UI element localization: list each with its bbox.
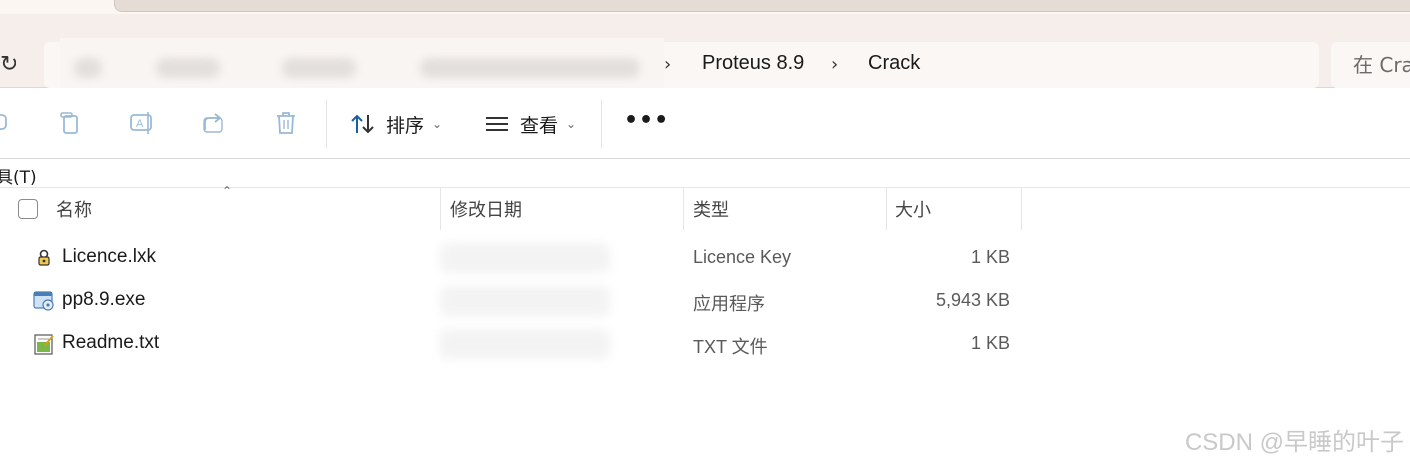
share-icon[interactable] bbox=[201, 110, 227, 136]
view-list-icon bbox=[486, 117, 508, 131]
file-name: Licence.lxk bbox=[62, 246, 156, 267]
copy-icon[interactable] bbox=[57, 110, 83, 136]
chevron-down-icon: ⌄ bbox=[432, 117, 443, 131]
file-size: 1 KB bbox=[970, 333, 1010, 353]
toolbar-divider bbox=[601, 100, 602, 148]
view-label: 查看 bbox=[520, 114, 559, 137]
column-header-size[interactable]: 大小 bbox=[895, 188, 931, 230]
file-type: 应用程序 bbox=[693, 294, 765, 314]
chevron-right-icon[interactable]: › bbox=[664, 54, 671, 75]
file-size: 5,943 KB bbox=[935, 290, 1010, 310]
column-header-modified[interactable]: 修改日期 bbox=[450, 188, 522, 230]
file-date-blurred bbox=[440, 329, 610, 359]
more-options-button[interactable]: ••• bbox=[624, 110, 668, 136]
select-all-checkbox[interactable] bbox=[18, 199, 38, 219]
address-toolbar: ↻ › Proteus 8.9 › Crack 在 Crack 中搜索 bbox=[0, 14, 1410, 100]
column-header-type[interactable]: 类型 bbox=[693, 188, 729, 230]
file-date-blurred bbox=[440, 286, 610, 316]
column-header-name[interactable]: 名称 bbox=[56, 188, 92, 230]
file-row[interactable]: Licence.lxk Licence Key 1 KB bbox=[0, 237, 1410, 280]
exe-app-icon bbox=[33, 290, 55, 312]
command-bar: A 排序 ⌄ 查看 ⌄ ••• bbox=[0, 88, 1410, 158]
view-button[interactable]: 查看 ⌄ bbox=[484, 108, 576, 140]
text-file-icon bbox=[33, 333, 55, 355]
menu-bar: 具(T) bbox=[0, 158, 1410, 188]
cut-icon[interactable] bbox=[0, 110, 12, 136]
breadcrumb-item-proteus[interactable]: Proteus 8.9 bbox=[702, 52, 804, 75]
file-type: TXT 文件 bbox=[693, 337, 768, 357]
menu-tools[interactable]: 具(T) bbox=[0, 163, 37, 188]
sort-ascending-icon: ⌃ bbox=[222, 184, 233, 198]
file-name: pp8.9.exe bbox=[62, 289, 146, 310]
file-row[interactable]: pp8.9.exe 应用程序 5,943 KB bbox=[0, 280, 1410, 323]
toolbar-divider bbox=[326, 100, 327, 148]
breadcrumb-item-crack[interactable]: Crack bbox=[868, 52, 920, 75]
file-name: Readme.txt bbox=[62, 332, 160, 353]
file-size: 1 KB bbox=[970, 247, 1010, 267]
chevron-right-icon[interactable]: › bbox=[831, 54, 838, 75]
column-divider[interactable] bbox=[886, 188, 887, 230]
svg-text:A: A bbox=[136, 118, 144, 130]
file-type: Licence Key bbox=[693, 247, 792, 267]
window-tab-edge bbox=[114, 0, 1410, 12]
column-divider[interactable] bbox=[440, 188, 441, 230]
licence-key-icon bbox=[33, 247, 55, 269]
column-divider[interactable] bbox=[683, 188, 684, 230]
file-date-blurred bbox=[440, 243, 610, 273]
window-top-strip bbox=[0, 0, 1410, 14]
watermark: CSDN @早睡的叶子 bbox=[1184, 429, 1404, 456]
rename-icon[interactable]: A bbox=[129, 110, 155, 136]
delete-icon[interactable] bbox=[273, 110, 299, 136]
sort-label: 排序 bbox=[386, 114, 425, 137]
column-divider[interactable] bbox=[1021, 188, 1022, 230]
sort-button[interactable]: 排序 ⌄ bbox=[350, 108, 442, 140]
refresh-icon[interactable]: ↻ bbox=[0, 50, 16, 80]
file-row[interactable]: Readme.txt TXT 文件 1 KB bbox=[0, 323, 1410, 366]
sort-icon bbox=[351, 114, 374, 134]
search-input[interactable]: 在 Crack 中搜索 bbox=[1331, 42, 1410, 88]
chevron-down-icon: ⌄ bbox=[566, 117, 577, 131]
